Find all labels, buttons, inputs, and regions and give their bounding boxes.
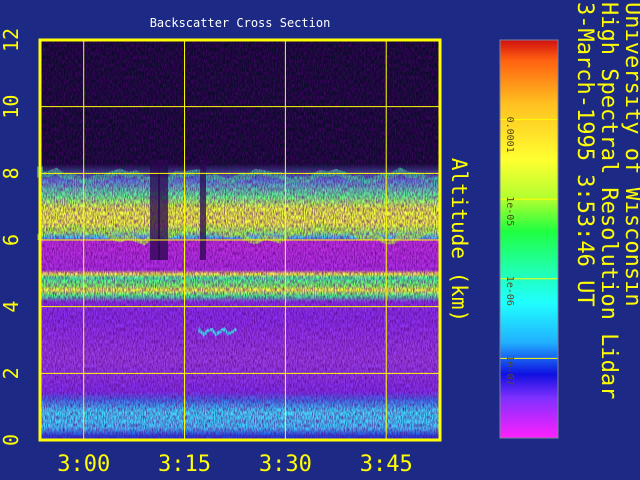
colorbar-tick-label: 0.0001 (504, 117, 515, 153)
colorbar-tick-label: 1e-07 (504, 355, 515, 385)
x-tick-label: 3:00 (57, 452, 110, 477)
backscatter-chart: 0.0001 1e-05 1e-06 1e-07 Backscatter Cross … (0, 2, 640, 477)
colorbar-tick-label: 1e-06 (504, 276, 515, 306)
y-axis-label: Altitude (km) (447, 158, 471, 322)
side-text-line: University of Wisconsin (620, 2, 640, 307)
y-tick-label: 6 (0, 234, 23, 246)
colorbar-tick-label: 1e-05 (504, 196, 515, 226)
x-tick-label: 3:15 (158, 452, 211, 477)
y-tick-label: 4 (0, 301, 23, 313)
lidar-figure: 0.0001 1e-05 1e-06 1e-07 Backscatter Cross … (0, 0, 640, 480)
y-tick-label: 10 (0, 95, 23, 119)
chart-title: Backscatter Cross Section (150, 16, 331, 30)
y-tick-label: 2 (0, 367, 23, 379)
side-text-line: 3-March-1995 3:53:46 UT (572, 2, 597, 307)
x-tick-label: 3:45 (360, 452, 413, 477)
y-tick-label: 12 (0, 28, 23, 52)
x-tick-label: 3:30 (259, 452, 312, 477)
y-tick-label: 8 (0, 167, 23, 179)
y-tick-label: 0 (0, 434, 23, 446)
plot-area (37, 38, 442, 442)
side-text-line: High Spectral Resolution Lidar (596, 2, 621, 399)
colorbar: 0.0001 1e-05 1e-06 1e-07 (499, 39, 559, 439)
